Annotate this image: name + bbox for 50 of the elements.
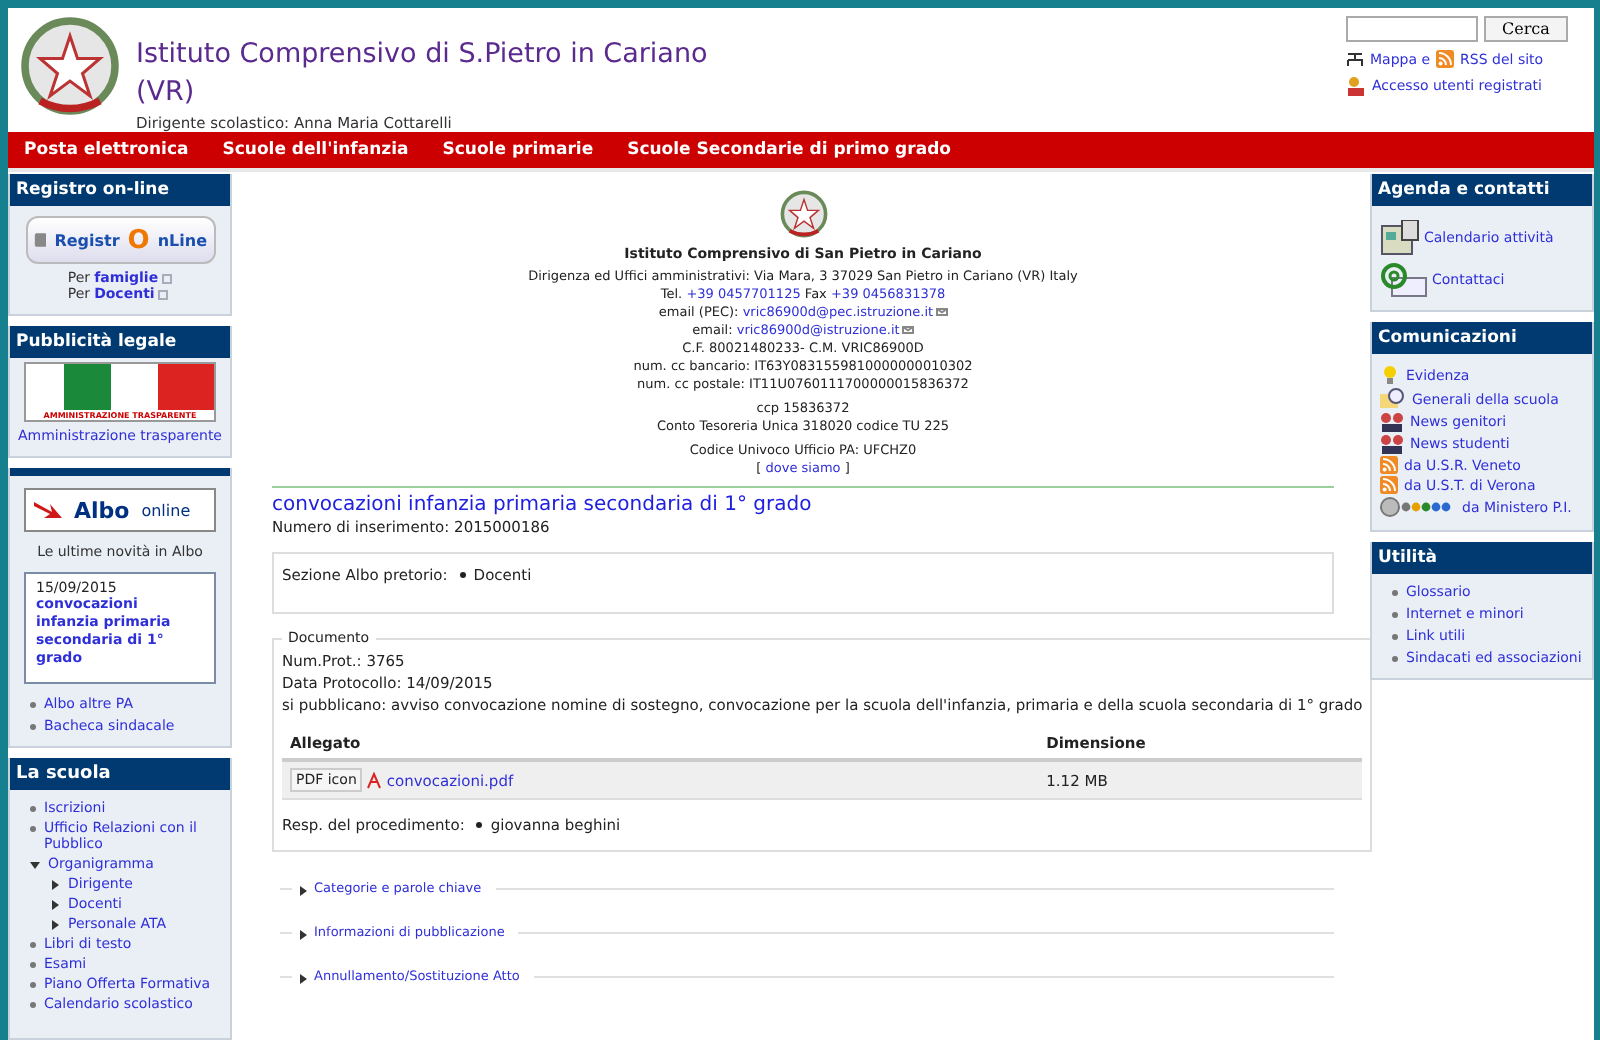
caret-icon (298, 885, 308, 895)
pdf-icon (366, 771, 383, 789)
people-icon (1380, 434, 1404, 454)
nav-link[interactable]: Posta elettronica (24, 140, 189, 160)
panel-title: Pubblicità legale (10, 326, 230, 358)
emblem-logo (20, 16, 120, 116)
bullet-icon (30, 806, 36, 812)
sitemap-icon (1346, 52, 1364, 66)
rss-icon (1380, 456, 1398, 474)
bullet-icon (30, 942, 36, 948)
at-envelope-icon (1380, 262, 1428, 298)
bullet-icon (30, 724, 36, 730)
bullet-icon (1392, 634, 1398, 640)
panel-title: La scuola (10, 758, 230, 790)
panel-title: Comunicazioni (1372, 322, 1592, 354)
people-icon (1380, 412, 1404, 432)
panel-title: Registro on-line (10, 174, 230, 206)
calendar-icon (1380, 220, 1420, 256)
users-icon (1346, 76, 1366, 96)
nav-link[interactable]: Scuole dell'infanzia (222, 140, 409, 160)
nav-link[interactable]: Scuole Secondarie di primo grado (627, 140, 951, 160)
bullet-icon (1392, 612, 1398, 618)
emblem-icon (1380, 496, 1456, 518)
rss-icon (1436, 50, 1455, 68)
panel-title: Utilità (1372, 542, 1592, 574)
caret-icon (298, 973, 308, 983)
rss-icon (1380, 476, 1398, 494)
panel-title: Agenda e contatti (1372, 174, 1592, 206)
caret-icon (298, 929, 308, 939)
item-title: convocazioni infanzia primaria secondaria di 1° grado (272, 494, 814, 516)
bullet-icon (30, 1002, 36, 1008)
bullet-icon (476, 822, 483, 828)
arrow-icon (34, 500, 62, 520)
lightbulb-icon (1380, 364, 1400, 386)
emblem-logo (779, 190, 827, 238)
bullet-icon (30, 826, 36, 832)
site-title[interactable]: Istituto Comprensivo di S.Pietro in Cariano (VR) (136, 36, 736, 112)
bullet-icon (1392, 656, 1398, 662)
search-button[interactable]: Cerca (1484, 16, 1568, 42)
bullet-icon (30, 962, 36, 968)
bullet-icon (459, 572, 466, 578)
envelope-icon (901, 326, 914, 334)
bullet-icon (30, 702, 36, 708)
bullet-icon (30, 982, 36, 988)
envelope-icon (935, 308, 948, 316)
search-field[interactable] (1346, 16, 1478, 42)
bullet-icon (1392, 590, 1398, 596)
albo-banner[interactable]: Albo online (24, 488, 216, 532)
registro-logo[interactable]: Registr O nLine (25, 216, 215, 264)
nav-link[interactable]: Scuole primarie (442, 140, 594, 160)
